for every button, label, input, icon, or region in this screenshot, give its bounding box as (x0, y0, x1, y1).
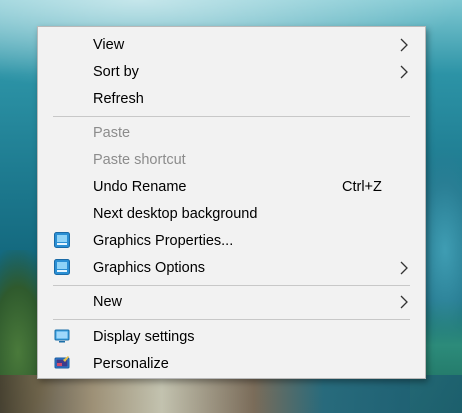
menu-item-label: Sort by (93, 64, 139, 80)
menu-item-view[interactable]: View (38, 32, 425, 58)
menu-item-next-desktop-background[interactable]: Next desktop background (38, 201, 425, 227)
menu-item-paste: Paste (38, 120, 425, 146)
menu-item-label: View (93, 37, 125, 53)
chevron-right-icon (400, 38, 408, 52)
chevron-right-icon (400, 295, 408, 309)
menu-item-personalize[interactable]: Personalize (38, 351, 425, 377)
menu-item-label: Refresh (93, 91, 144, 107)
menu-item-label: Undo Rename (93, 179, 187, 195)
personalize-icon (54, 356, 70, 369)
shortcut-label: Ctrl+Z (342, 179, 382, 195)
menu-item-graphics-options[interactable]: Graphics Options (38, 255, 425, 281)
menu-item-label: Display settings (93, 329, 195, 345)
menu-item-label: Graphics Properties... (93, 233, 234, 249)
chevron-right-icon (400, 65, 408, 79)
chevron-right-icon (400, 261, 408, 275)
menu-separator (53, 285, 410, 286)
menu-item-undo-rename[interactable]: Undo Rename Ctrl+Z (38, 174, 425, 200)
menu-item-label: Personalize (93, 356, 169, 372)
menu-item-label: New (93, 294, 123, 310)
menu-item-label: Next desktop background (93, 206, 258, 222)
menu-item-graphics-properties[interactable]: Graphics Properties... (38, 228, 425, 254)
menu-item-label: Paste (93, 125, 131, 141)
menu-item-sort-by[interactable]: Sort by (38, 59, 425, 85)
menu-separator (53, 319, 410, 320)
menu-item-display-settings[interactable]: Display settings (38, 324, 425, 350)
wallpaper-reef (0, 375, 462, 413)
menu-item-paste-shortcut: Paste shortcut (38, 147, 425, 173)
menu-item-label: Graphics Options (93, 260, 206, 276)
menu-item-label: Paste shortcut (93, 152, 186, 168)
menu-item-refresh[interactable]: Refresh (38, 86, 425, 112)
menu-item-new[interactable]: New (38, 289, 425, 315)
intel-graphics-icon (54, 232, 70, 248)
intel-graphics-icon (54, 259, 70, 275)
display-settings-icon (54, 329, 70, 343)
menu-separator (53, 116, 410, 117)
desktop-context-menu: View Sort by Refresh Paste Paste shortcu… (37, 26, 426, 379)
